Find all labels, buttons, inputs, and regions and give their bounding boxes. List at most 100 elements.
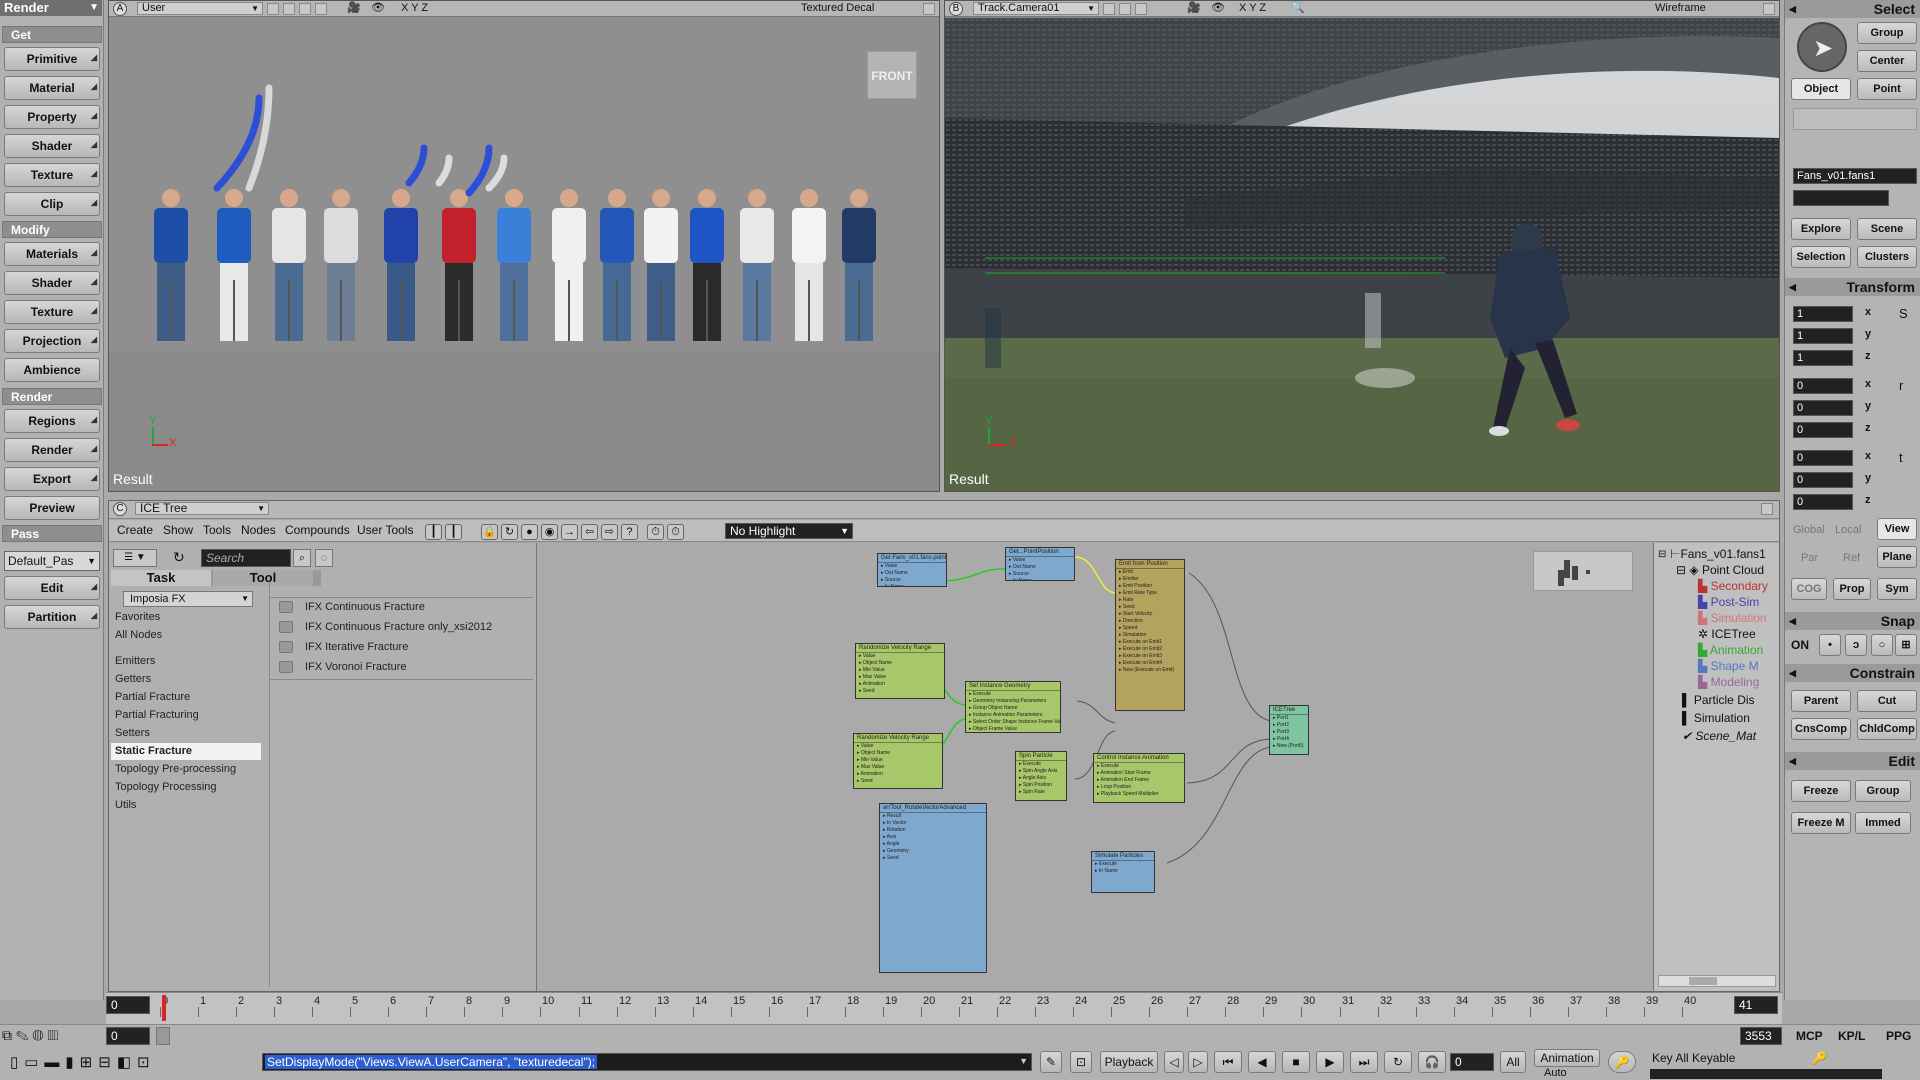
grid-icon[interactable]: ┃ (445, 524, 462, 540)
ice-node[interactable]: Get Fans_v01.fans.pointpos▸ Value▸ Out N… (877, 553, 947, 587)
ice-node-port[interactable]: ▸ New (Port5) (1270, 743, 1308, 750)
ice-node-port[interactable]: ▸ Geometry Instancing Parameters (966, 698, 1060, 705)
ice-node-port[interactable]: ▸ Execute (966, 691, 1060, 698)
view-cube[interactable]: FRONT (867, 51, 917, 99)
childcomp-button[interactable]: ChldComp (1857, 718, 1917, 740)
timeline-start-bottom-field[interactable]: 0 (106, 1027, 150, 1045)
grid-icon[interactable]: ┃ (425, 524, 442, 540)
ice-node-port[interactable]: ▸ Axis (880, 834, 986, 841)
ice-node-port[interactable]: ▸ Execute (1092, 861, 1154, 868)
ice-node-port[interactable]: ▸ In Name (1092, 868, 1154, 875)
viewport-letter[interactable]: B (949, 2, 963, 16)
compound-item[interactable]: IFX Continuous Fracture (279, 601, 425, 614)
memo-cam-button[interactable] (267, 3, 279, 15)
maximize-icon[interactable] (923, 3, 935, 15)
select-filter-area[interactable] (1793, 108, 1917, 130)
ice-node-port[interactable]: ▸ In Name (878, 584, 946, 586)
tree-row[interactable]: ▙ Shape M (1698, 659, 1759, 673)
explore-button[interactable]: Explore (1791, 218, 1851, 240)
refresh-icon[interactable]: ↻ (501, 524, 518, 540)
transform-section[interactable]: ◀ Transform (1785, 278, 1920, 296)
ice-node-port[interactable]: ▸ Execute on Emit3 (1116, 653, 1184, 660)
ref-view[interactable]: View (1877, 518, 1917, 540)
cog-button[interactable]: COG (1791, 578, 1827, 600)
selection-name-field[interactable]: Fans_v01.fans1 (1793, 168, 1917, 184)
menu-compounds[interactable]: Compounds (285, 523, 350, 537)
cut-button[interactable]: Cut (1857, 690, 1917, 712)
ice-node[interactable]: Randomize Velocity Range ▸ Value ▸ Object … (855, 643, 945, 699)
ice-node-port[interactable]: ▸ Spin Position (1016, 782, 1066, 789)
property-button[interactable]: Property ◢ (4, 105, 100, 129)
ice-node-port[interactable]: ▸ Seed (880, 855, 986, 862)
ice-node-port[interactable]: ▸ Start Velocity (1116, 611, 1184, 618)
search-input[interactable]: Search (201, 549, 291, 567)
category-item[interactable]: Getters (115, 673, 151, 685)
ice-node-port[interactable]: ▸ Source (878, 577, 946, 584)
help-icon[interactable]: ? (621, 524, 638, 540)
ice-node-port[interactable]: ▸ Emitter (1116, 576, 1184, 583)
toolbar-title-render[interactable]: Render ▼ (0, 0, 102, 16)
clusters-button[interactable]: Clusters (1857, 246, 1917, 268)
ref-ref[interactable]: Ref (1843, 552, 1860, 564)
eye-icon[interactable]: 👁 (371, 1, 385, 16)
texture-button[interactable]: Texture ◢ (4, 163, 100, 187)
current-frame-field[interactable]: 0 (1450, 1053, 1494, 1071)
ice-node-port[interactable]: ▸ Rate (1116, 597, 1184, 604)
menu-user-tools[interactable]: User Tools (357, 523, 413, 537)
library-dropdown[interactable]: Imposia FX ▼ (123, 591, 253, 607)
ice-node-port[interactable]: ▸ In Name (1006, 578, 1074, 580)
memo-cam-button[interactable] (1103, 3, 1115, 15)
tree-row[interactable]: ▌ Particle Dis (1682, 693, 1755, 707)
ice-node-port[interactable]: ▸ Min Value (856, 667, 944, 674)
ice-node-port[interactable]: ▸ Spin Angle Axis (1016, 768, 1066, 775)
ice-node-port[interactable]: ▸ Seed (854, 778, 942, 785)
ice-node-port[interactable]: ▸ Angle Axis (1016, 775, 1066, 782)
ice-node-port[interactable]: ▸ New (Execute on Emit) (1116, 667, 1184, 674)
menu-nodes[interactable]: Nodes (241, 523, 276, 537)
scale-icon[interactable]: S (1899, 306, 1908, 321)
ice-node[interactable]: Get...PointPosition ▸ Value ▸ Out Name ▸ So… (1005, 547, 1075, 581)
tree-row[interactable]: ▙ Post-Sim (1698, 595, 1759, 609)
freeze-button[interactable]: Freeze (1791, 780, 1851, 802)
edit-section[interactable]: ◀ Edit (1785, 752, 1920, 770)
ice-node-port[interactable]: ▸ Port1 (1270, 715, 1308, 722)
graph-minimap[interactable] (1533, 551, 1633, 591)
snap-points-icon[interactable]: • (1819, 634, 1841, 656)
cnscomp-button[interactable]: CnsComp (1791, 718, 1851, 740)
ice-node-port[interactable]: ▸ Seed (856, 688, 944, 695)
key-bar[interactable] (1650, 1069, 1882, 1079)
projection-button[interactable]: Projection ◢ (4, 329, 100, 353)
axis-buttons[interactable]: X Y Z (1239, 1, 1266, 16)
record-icon[interactable]: ● (521, 524, 538, 540)
clear-icon[interactable]: ◌ (315, 549, 333, 567)
viewport-a[interactable]: A User ▼ 🎥 👁 X Y Z Textured Decal FRONT Y… (108, 0, 940, 492)
first-frame-icon[interactable]: ⏮ (1214, 1051, 1242, 1073)
object-button[interactable]: Object (1791, 78, 1851, 100)
last-frame-icon[interactable]: ⏭ (1350, 1051, 1378, 1073)
tree-row[interactable]: ✔ Scene_Mat (1682, 729, 1756, 743)
center-button[interactable]: Center (1857, 50, 1917, 72)
scene-button[interactable]: Scene (1857, 218, 1917, 240)
ice-node[interactable]: Simulate Particles ▸ Execute ▸ In Name (1091, 851, 1155, 893)
menu-create[interactable]: Create (117, 523, 153, 537)
viewport-letter[interactable]: A (113, 2, 127, 16)
point-button[interactable]: Point (1857, 78, 1917, 100)
tree-row-icetree[interactable]: ✲ ICETree (1698, 627, 1756, 641)
ice-node[interactable]: Set Instance Geometry ▸ Execute ▸ Geometry… (965, 681, 1061, 733)
tree-row[interactable]: ▙ Animation (1698, 643, 1763, 657)
disabled-arrow-icon[interactable]: → (561, 524, 578, 540)
ice-node-port[interactable]: ▸ Emit Position (1116, 583, 1184, 590)
ice-node-port[interactable]: ▸ Animation (856, 681, 944, 688)
ice-node-port[interactable]: ▸ Emit (1116, 569, 1184, 576)
scale-x-field[interactable]: 1 (1793, 306, 1853, 322)
modify-texture-button[interactable]: Texture ◢ (4, 300, 100, 324)
clip-button[interactable]: Clip ◢ (4, 192, 100, 216)
tree-row[interactable]: ▌ Simulation (1682, 711, 1750, 725)
ice-node-port[interactable]: ▸ Object Frame Value (966, 726, 1060, 732)
ice-node-port[interactable]: ▸ Rotation (880, 827, 986, 834)
menu-tools[interactable]: Tools (203, 523, 231, 537)
ice-node-port[interactable]: ▸ Value (1006, 557, 1074, 564)
list-view-dropdown[interactable]: ☰ ▼ (113, 549, 157, 567)
timeline-ruler[interactable]: 0123456789101112131415161718192021222324… (160, 993, 1720, 1023)
ice-node-port[interactable]: ▸ Min Value (854, 757, 942, 764)
